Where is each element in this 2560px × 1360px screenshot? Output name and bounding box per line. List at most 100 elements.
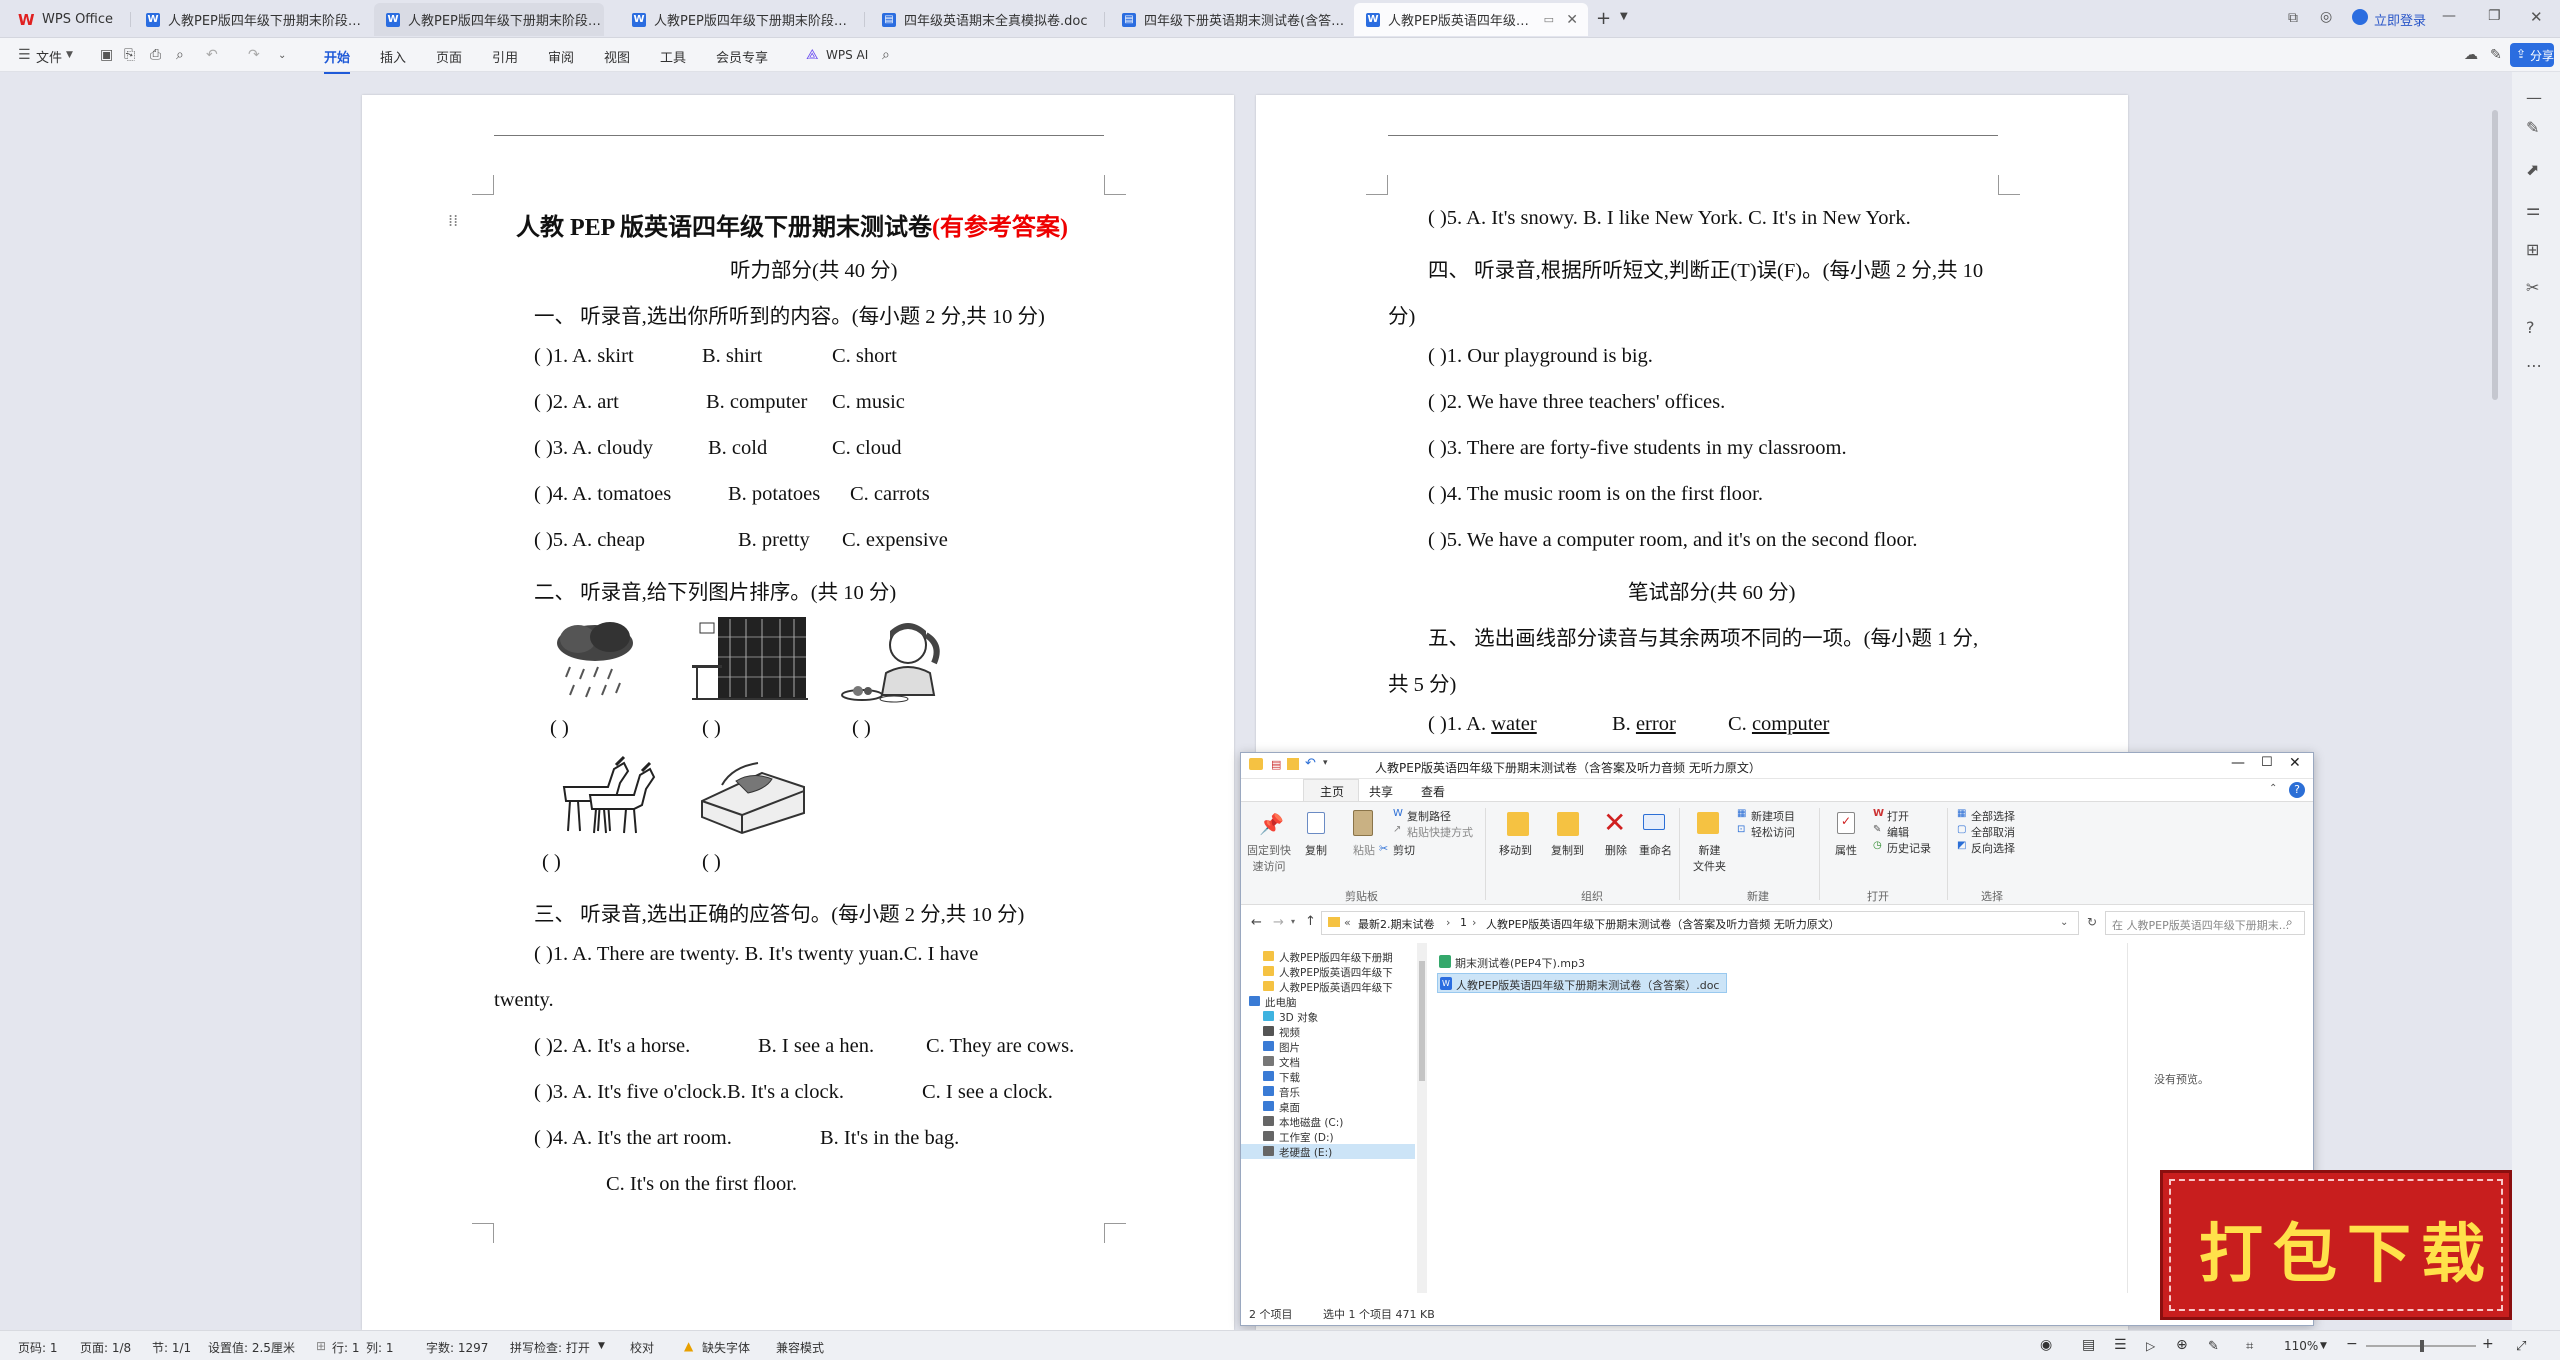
chevron-down-icon[interactable]: ⌄ [2060,917,2068,928]
properties-button[interactable]: 属性 [1835,842,1857,858]
select-icon[interactable]: ⬈ [2526,160,2539,179]
nav-item[interactable]: 本地磁盘 (C:) [1241,1114,1415,1129]
history-button[interactable]: 历史记录 [1887,840,1931,856]
nav-item[interactable]: 老硬盘 (E:) [1241,1144,1415,1159]
print-icon[interactable]: ⎙ [150,47,161,63]
pen-icon[interactable]: ✎ [2526,118,2539,137]
zoom-slider[interactable] [2366,1340,2476,1352]
edit-mode-icon[interactable]: ✎ [2490,47,2502,63]
nav-item[interactable]: 人教PEP版英语四年级下 [1241,964,1415,979]
edit-button[interactable]: 编辑 [1887,824,1909,840]
easy-access-button[interactable]: 轻松访问 [1751,824,1795,840]
select-all-button[interactable]: 全部选择 [1971,808,2015,824]
pen-icon[interactable]: ✎ [2208,1339,2219,1354]
copy-path-button[interactable]: 复制路径 [1407,808,1451,824]
menu-review[interactable]: 审阅 [548,47,574,66]
menu-page[interactable]: 页面 [436,47,462,66]
close-window-icon[interactable]: ✕ [2530,8,2543,26]
nav-item[interactable]: 人教PEP版四年级下册期 [1241,949,1415,964]
fit-icon[interactable]: ⌗ [2246,1339,2253,1354]
new-tab-icon[interactable]: + [1596,8,1611,29]
cut-button[interactable]: 剪切 [1393,842,1415,858]
copy-to-button[interactable]: 复制到 [1551,842,1584,858]
export-icon[interactable]: ⎘ [124,47,135,63]
wps-ai-icon[interactable]: ⟁ [806,47,819,63]
minimize-icon[interactable]: — [2231,755,2245,771]
setting-value[interactable]: 设置值: 2.5厘米 [208,1339,295,1356]
refresh-icon[interactable]: ↻ [2087,915,2097,929]
spell-check[interactable]: 拼写检查: 打开 [510,1339,590,1356]
new-folder-icon[interactable] [1287,758,1299,770]
menu-membership[interactable]: 会员专享 [716,47,768,66]
tab-wps-office[interactable]: W WPS Office [6,3,136,36]
print-preview-icon[interactable]: ⌕ [176,47,184,63]
outline-icon[interactable]: ☰ [2114,1337,2127,1353]
breadcrumb-item[interactable]: 人教PEP版英语四年级下册期末测试卷（含答案及听力音频 无听力原文） [1486,916,1840,932]
zoom-level[interactable]: 110% [2284,1339,2318,1353]
help-icon[interactable]: ? [2526,318,2535,337]
search-box[interactable]: 在 人教PEP版英语四年级下册期末... ⌕ [2105,911,2305,935]
column-number[interactable]: 列: 1 [366,1339,394,1356]
menu-file[interactable]: 文件 [36,47,62,66]
close-tab-icon[interactable]: ✕ [1566,12,1578,28]
invert-selection-button[interactable]: 反向选择 [1971,840,2015,856]
menu-view[interactable]: 视图 [604,47,630,66]
nav-item[interactable]: 音乐 [1241,1084,1415,1099]
move-to-button[interactable]: 移动到 [1499,842,1532,858]
nav-item[interactable]: 视频 [1241,1024,1415,1039]
share-button[interactable]: ⇪ 分享 [2510,43,2554,67]
fullscreen-icon[interactable]: ⤢ [2516,1339,2526,1354]
pin-quick-access-button[interactable]: 固定到快 速访问 [1247,842,1291,874]
open-button[interactable]: 打开 [1887,808,1909,824]
breadcrumb-item[interactable]: 1 [1460,916,1467,929]
word-count[interactable]: 字数: 1297 [426,1339,488,1356]
up-icon[interactable]: ↑ [1305,914,1316,929]
hamburger-icon[interactable]: ☰ [18,47,31,63]
tab-share[interactable]: 共享 [1369,783,1393,800]
chevron-down-icon[interactable]: ⌄ [278,50,286,61]
delete-button[interactable]: 删除 [1605,842,1627,858]
menu-tools[interactable]: 工具 [660,47,686,66]
tab-document-2[interactable]: W 人教PEP版四年级下册期末阶段质量检 [374,3,604,36]
page-number[interactable]: 页码: 1 [18,1339,58,1356]
undo-icon[interactable]: ↶ [1305,756,1316,771]
rename-button[interactable]: 重命名 [1639,842,1672,858]
pin-icon[interactable]: 📌 [1259,812,1284,836]
chevron-down-icon[interactable]: ▼ [1620,11,1628,22]
tab-document-1[interactable]: W 人教PEP版四年级下册期末阶段质量检 [134,3,364,36]
restore-icon[interactable]: ❐ [2488,8,2501,24]
gallery-icon[interactable]: ⊞ [2526,240,2539,259]
chevron-down-icon[interactable]: ▼ [598,1341,605,1351]
section-number[interactable]: 节: 1/1 [152,1339,191,1356]
avatar-icon[interactable] [2352,9,2368,25]
nav-item[interactable]: 人教PEP版英语四年级下 [1241,979,1415,994]
tab-view[interactable]: 查看 [1421,783,1445,800]
file-explorer-window[interactable]: ▤ ↶ ▾ 人教PEP版英语四年级下册期末测试卷（含答案及听力音频 无听力原文）… [1240,752,2314,1326]
paste-shortcut-button[interactable]: 粘贴快捷方式 [1407,824,1473,840]
skin-icon[interactable]: ◎ [2320,9,2332,25]
chevron-down-icon[interactable]: ▾ [1323,758,1328,768]
minimize-icon[interactable]: — [2442,8,2456,24]
chevron-down-icon[interactable]: ▼ [66,50,73,60]
chevron-down-icon[interactable]: ▼ [2320,1341,2327,1351]
menu-wps-ai[interactable]: WPS AI [826,48,868,62]
forward-icon[interactable]: → [1273,915,1284,930]
tab-document-3[interactable]: W 人教PEP版四年级下册期末阶段质量检 [620,3,850,36]
address-bar[interactable]: « 最新2.期末试卷 › 1 › 人教PEP版英语四年级下册期末测试卷（含答案及… [1321,911,2079,935]
select-none-button[interactable]: 全部取消 [1971,824,2015,840]
missing-font[interactable]: 缺失字体 [702,1339,750,1356]
save-icon[interactable]: ▣ [100,47,113,63]
drag-handle-icon[interactable]: ⁞⁞ [448,211,458,230]
redo-icon[interactable]: ↷ [248,47,260,63]
copy-button[interactable]: 复制 [1305,842,1327,858]
window-mode-icon[interactable]: ⧉ [2288,10,2298,26]
web-view-icon[interactable]: ⊕ [2176,1337,2188,1353]
new-item-button[interactable]: 新建项目 [1751,808,1795,824]
back-icon[interactable]: ← [1251,915,1262,930]
file-item[interactable]: 期末测试卷(PEP4下).mp3 [1439,953,1699,971]
cloud-sync-icon[interactable]: ☁ [2464,47,2478,63]
tab-document-4[interactable]: ▤ 四年级英语期末全真模拟卷.doc [870,3,1110,36]
maximize-icon[interactable]: ☐ [2261,755,2273,770]
properties-icon[interactable]: ▤ [1271,758,1281,771]
row-number[interactable]: 行: 1 [332,1339,360,1356]
